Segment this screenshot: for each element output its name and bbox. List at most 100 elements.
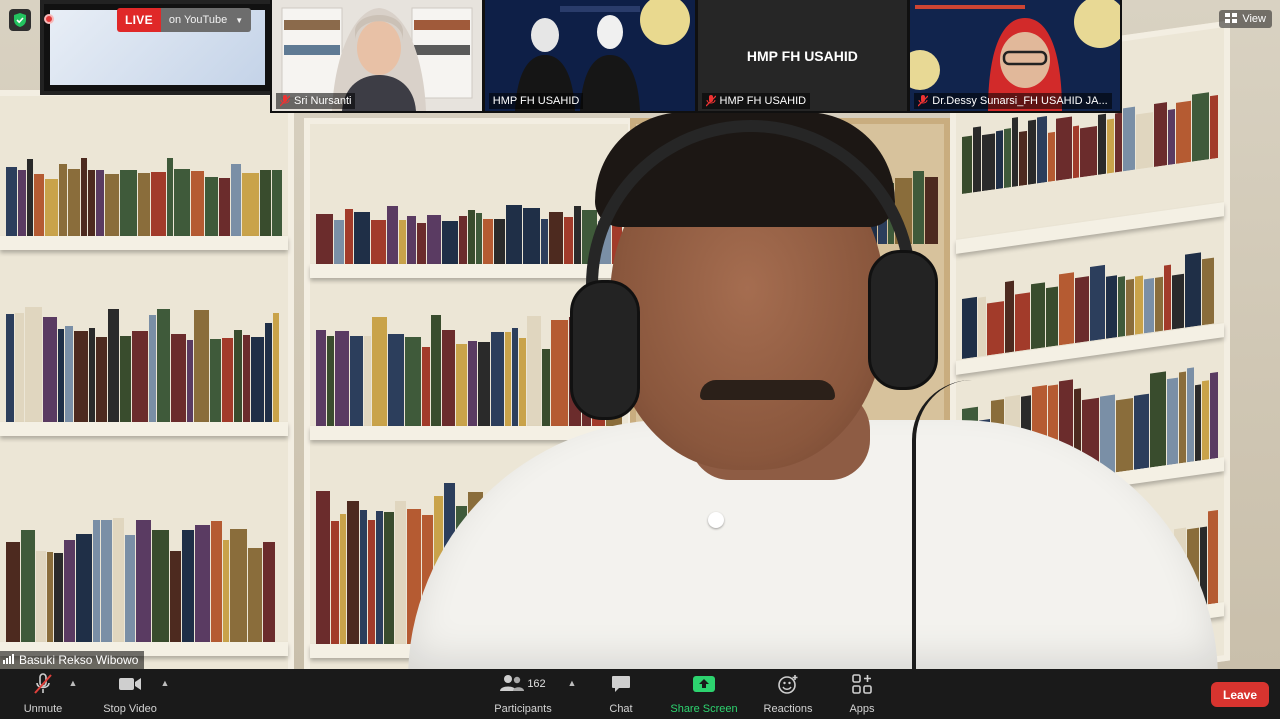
book-spine [1056, 116, 1072, 181]
participants-icon [500, 674, 525, 695]
book-spine [167, 158, 173, 236]
book-spine [242, 173, 259, 236]
book-spine [982, 133, 995, 192]
book-spine [987, 301, 1004, 356]
participants-button[interactable]: 162 Participants [490, 673, 556, 715]
book-spine [1172, 273, 1184, 330]
participants-icon-wrapper: 162 [500, 673, 546, 695]
book-spine [1106, 275, 1117, 339]
book-spine [422, 347, 430, 429]
meeting-toolbar: Unmute ▲ Stop Video ▲ 162 Participants ▲… [0, 669, 1280, 719]
book-spine [170, 551, 181, 642]
book-spine [1126, 278, 1134, 336]
book-spine [1192, 92, 1209, 162]
book-spine [272, 170, 282, 236]
participant-thumbnail[interactable]: HMP FH USAHID [484, 0, 695, 111]
participant-thumbnail[interactable]: Sri Nursanti [272, 0, 482, 111]
bookshelf-left [0, 90, 294, 669]
participant-thumbnail[interactable]: Dr.Dessy Sunarsi_FH USAHID JA... [910, 0, 1120, 111]
reactions-icon [777, 673, 799, 695]
book-spine [962, 135, 972, 194]
book-spine [368, 520, 375, 646]
book-spine [395, 501, 406, 646]
book-spine [34, 174, 44, 236]
apps-label: Apps [849, 703, 875, 715]
apps-button[interactable]: Apps [842, 673, 882, 715]
book-spine [138, 173, 150, 236]
participant-name: Dr.Dessy Sunarsi_FH USAHID JA... [932, 95, 1108, 107]
book-spine [101, 520, 112, 642]
stop-video-label: Stop Video [103, 703, 157, 715]
book-spine [1031, 282, 1045, 350]
stop-video-button[interactable]: Stop Video [100, 673, 160, 715]
participant-name-tag: HMP FH USAHID [701, 93, 811, 109]
book-spine [64, 540, 75, 642]
book-spine [1005, 280, 1014, 353]
book-spine [913, 171, 924, 244]
book-spine [327, 336, 334, 429]
view-button[interactable]: View [1219, 10, 1272, 28]
book-spine [1208, 509, 1218, 605]
live-platform[interactable]: on YouTube ▼ [160, 8, 252, 32]
book-spine [523, 208, 540, 266]
chat-label: Chat [609, 703, 633, 715]
book-spine [125, 535, 135, 642]
book-spine [231, 164, 241, 236]
book-spine [171, 334, 186, 424]
leave-button[interactable]: Leave [1211, 682, 1269, 707]
book-spine [512, 328, 518, 429]
unmute-button[interactable]: Unmute [18, 673, 68, 715]
headphones-right-cup [868, 250, 938, 390]
book-spine [1154, 102, 1167, 168]
unmute-label: Unmute [23, 703, 63, 715]
participant-thumbnail-strip: Sri Nursanti HMP FH USAHID HMP FH USAHID… [270, 0, 1122, 113]
book-spine [1164, 264, 1171, 331]
book-spine [6, 167, 17, 236]
book-spine [387, 206, 398, 266]
chevron-down-icon: ▼ [235, 15, 244, 25]
share-screen-button[interactable]: Share Screen [670, 673, 738, 715]
book-spine [1150, 371, 1166, 468]
chat-icon [611, 673, 631, 695]
book-spine [1075, 276, 1089, 344]
book-spine [194, 310, 209, 424]
book-spine [527, 316, 541, 429]
book-spine [316, 491, 330, 646]
participant-thumbnail[interactable]: HMP FH USAHID HMP FH USAHID [697, 0, 908, 111]
book-spine [113, 518, 124, 642]
book-spine [364, 336, 371, 429]
book-spine [132, 331, 148, 424]
book-spine [345, 209, 353, 266]
book-spine [459, 216, 467, 266]
live-stream-badge[interactable]: LIVE on YouTube ▼ [117, 8, 252, 32]
video-options-chevron-icon[interactable]: ▲ [159, 677, 171, 689]
book-spine [157, 309, 170, 424]
book-spine [1012, 117, 1018, 187]
audio-options-chevron-icon[interactable]: ▲ [67, 677, 79, 689]
book-spine [1090, 264, 1105, 341]
mic-muted-icon [705, 95, 716, 107]
book-spine [234, 330, 242, 424]
participants-options-chevron-icon[interactable]: ▲ [566, 677, 578, 689]
reactions-button[interactable]: Reactions [760, 673, 816, 715]
book-spine [1080, 126, 1097, 178]
book-spine [93, 520, 100, 642]
book-spine [360, 510, 367, 646]
book-spine [21, 530, 35, 642]
book-spine [1187, 367, 1194, 463]
video-camera-icon [118, 673, 142, 695]
record-icon [44, 14, 54, 24]
chat-button[interactable]: Chat [600, 673, 642, 715]
book-spine [407, 216, 416, 266]
book-spine [331, 521, 339, 646]
shirt-button [708, 512, 724, 528]
book-spine [243, 335, 250, 424]
book-spine [494, 219, 505, 266]
book-spine [1118, 276, 1125, 338]
shield-icon[interactable] [9, 9, 31, 31]
book-spine [74, 331, 88, 424]
participant-count: 162 [527, 678, 546, 690]
book-spine [925, 177, 938, 244]
book-spine [996, 130, 1003, 190]
book-spine [59, 164, 67, 236]
